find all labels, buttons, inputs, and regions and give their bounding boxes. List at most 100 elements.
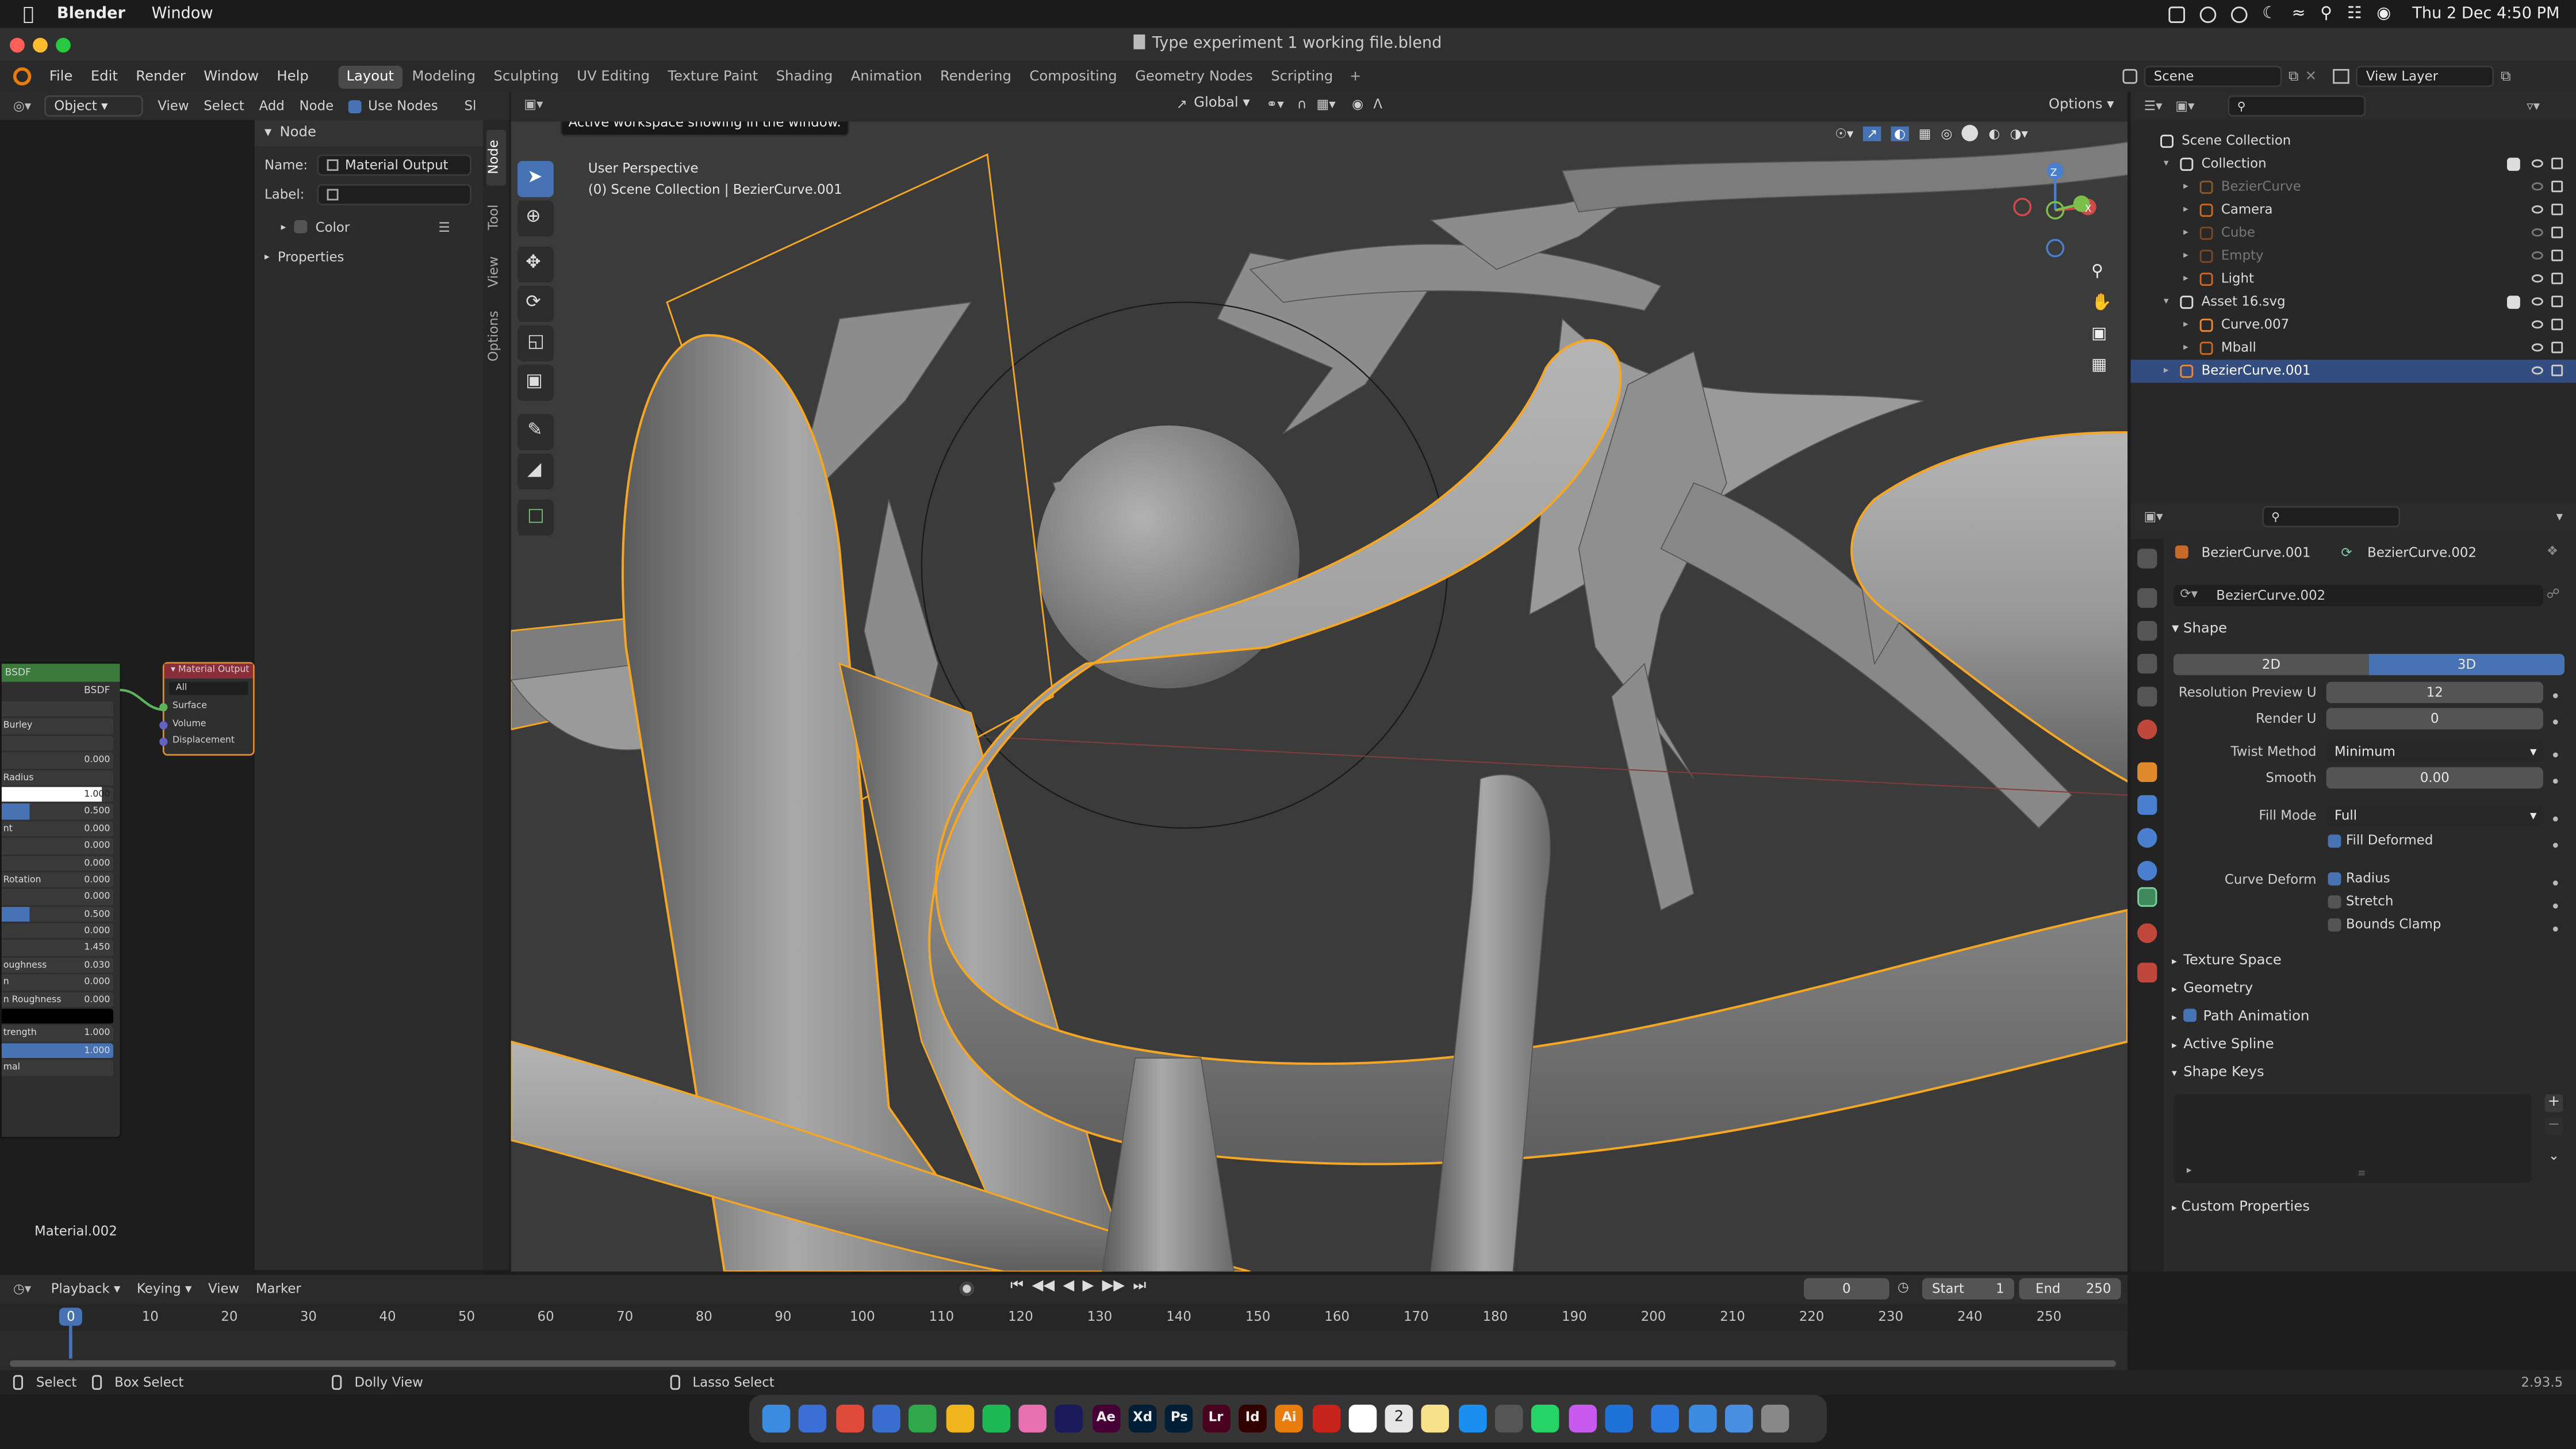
node-menu-add[interactable]: Add	[259, 98, 284, 113]
outliner-item-name[interactable]: Collection	[2202, 153, 2267, 176]
vertical-tube-right[interactable]	[1430, 774, 1551, 1272]
bsdf-row[interactable]: 0.500	[1, 906, 114, 923]
workspace-tab-scripting[interactable]: Scripting	[1263, 65, 1341, 88]
pan-hand-icon[interactable]: ✋	[2091, 294, 2112, 312]
dock-app-icon[interactable]	[1761, 1404, 1789, 1433]
expand-arrow-icon[interactable]: ▾	[2164, 153, 2169, 176]
render-camera-icon[interactable]	[2551, 296, 2563, 308]
snap-target-icon[interactable]: ▦▾	[1317, 96, 1336, 111]
particles-props-icon[interactable]	[2137, 828, 2157, 848]
view-layer-field[interactable]: View Layer	[2356, 66, 2494, 87]
menu-edit[interactable]: Edit	[91, 68, 118, 85]
creative-cloud-icon[interactable]	[2199, 6, 2217, 22]
visibility-eye-icon[interactable]	[2531, 205, 2543, 214]
bsdf-row[interactable]: n 0.000	[1, 975, 114, 992]
list-icon[interactable]: ☰	[438, 219, 450, 234]
play-reverse-icon[interactable]: ◀	[1063, 1278, 1074, 1295]
dock-app-icon[interactable]	[1312, 1404, 1340, 1433]
radius-label[interactable]: Radius	[2346, 871, 2390, 885]
section-geometry[interactable]: ▸ Geometry	[2172, 981, 2253, 998]
outliner-item-name[interactable]: Curve.007	[2221, 314, 2289, 337]
outliner-item-name[interactable]: Empty	[2221, 245, 2264, 268]
node-menu-select[interactable]: Select	[204, 98, 244, 113]
snap-icon[interactable]: ∩	[1297, 96, 1307, 111]
zoom-window-button[interactable]	[56, 37, 71, 53]
bsdf-row[interactable]: trength 1.000	[1, 1026, 114, 1043]
dock-app-icon[interactable]	[1018, 1404, 1047, 1433]
camera-view-icon[interactable]: ▣	[2091, 325, 2112, 343]
marker-menu[interactable]: Marker	[256, 1282, 301, 1297]
workspace-tab-layout[interactable]: Layout	[338, 64, 402, 88]
dock-app-icon[interactable]	[1348, 1404, 1377, 1433]
gizmo-toggle-icon[interactable]: ↗	[1863, 125, 1881, 141]
render-camera-icon[interactable]	[2551, 227, 2563, 239]
tab-options[interactable]: Options	[486, 304, 506, 370]
outliner-item-name[interactable]: Scene Collection	[2182, 130, 2291, 153]
dimension-3d-button[interactable]: 3D	[2369, 654, 2564, 676]
shape-keys-list[interactable]: ▸ ≡	[2174, 1094, 2532, 1183]
expand-arrow-icon[interactable]: ▸	[2183, 176, 2188, 199]
outliner-item-name[interactable]: Light	[2221, 268, 2254, 291]
keyframe-dot[interactable]	[2553, 926, 2558, 931]
prev-keyframe-icon[interactable]: ◀◀	[1032, 1278, 1055, 1295]
expand-arrow-icon[interactable]: ▸	[2183, 268, 2188, 291]
bsdf-row[interactable]	[1, 1009, 114, 1026]
outliner-row[interactable]: Scene Collection	[2131, 130, 2576, 153]
proportional-edit-icon[interactable]: ◉	[1352, 96, 1363, 111]
outliner-search-input[interactable]: ⚲	[2227, 95, 2366, 117]
render-camera-icon[interactable]	[2551, 204, 2563, 216]
cursor-tool[interactable]: ⊕	[518, 200, 554, 237]
dock-app-icon[interactable]: Ai	[1275, 1404, 1304, 1433]
section-texture-space[interactable]: ▸ Texture Space	[2172, 953, 2282, 969]
bsdf-row[interactable]: Burley	[1, 718, 114, 736]
outliner-row[interactable]: ▸ Mball	[2131, 337, 2576, 360]
transform-orientation-dropdown[interactable]: Global ▾	[1194, 95, 1249, 112]
datablock-field[interactable]: ⟳▾ BezierCurve.002	[2174, 585, 2543, 607]
keyframe-dot[interactable]	[2553, 693, 2558, 699]
node-menu-view[interactable]: View	[158, 98, 189, 113]
bsdf-row[interactable]: n Roughness 0.000	[1, 991, 114, 1009]
props-options-icon[interactable]: ▾	[2556, 509, 2563, 524]
expand-arrow-icon[interactable]: ▸	[2183, 199, 2188, 222]
tab-tool[interactable]: Tool	[486, 192, 506, 241]
outliner-item-name[interactable]: Asset 16.svg	[2202, 291, 2286, 314]
workspace-tab-texture-paint[interactable]: Texture Paint	[660, 65, 766, 88]
dock-app-icon[interactable]	[1055, 1404, 1083, 1433]
exclude-checkbox[interactable]	[2507, 158, 2520, 171]
solid-shading-icon[interactable]	[1962, 125, 1979, 141]
dock-app-icon[interactable]: Xd	[1128, 1404, 1157, 1433]
keying-menu[interactable]: Keying ▾	[137, 1282, 192, 1297]
bsdf-row[interactable]	[1, 735, 114, 753]
visibility-icon[interactable]: ☉▾	[1835, 126, 1853, 141]
expand-arrow-icon[interactable]: ▸	[2164, 360, 2169, 383]
object-name-breadcrumb[interactable]: BezierCurve.001	[2202, 546, 2311, 561]
apple-icon[interactable]: 	[23, 3, 34, 25]
section-active-spline[interactable]: ▸ Active Spline	[2172, 1037, 2274, 1053]
workspace-tab-sculpting[interactable]: Sculpting	[485, 65, 567, 88]
minimize-window-button[interactable]	[33, 37, 48, 53]
jump-end-icon[interactable]: ⏭	[1133, 1278, 1146, 1295]
outliner-item-name[interactable]: Mball	[2221, 337, 2256, 360]
bsdf-row[interactable]: Rotation 0.000	[1, 872, 114, 890]
transform-tool[interactable]: ▣	[518, 365, 554, 401]
workspace-tab-shading[interactable]: Shading	[768, 65, 841, 88]
remove-shape-key-button[interactable]: −	[2544, 1117, 2563, 1136]
material-shading-icon[interactable]: ◐	[1988, 126, 2000, 141]
bounds-clamp-checkbox[interactable]	[2328, 918, 2341, 931]
bsdf-row[interactable]: oughness 0.030	[1, 957, 114, 975]
node-name-field[interactable]: Material Output	[317, 154, 471, 175]
status-icon-a[interactable]	[2168, 6, 2185, 22]
bsdf-row[interactable]: 1.450	[1, 940, 114, 958]
outliner-row[interactable]: ▸ BezierCurve.001	[2130, 359, 2576, 383]
overlay-toggle-icon[interactable]: ◐	[1891, 125, 1909, 141]
wireframe-shading-icon[interactable]: ◎	[1941, 126, 1953, 141]
list-expand-icon[interactable]: ▸	[2187, 1165, 2192, 1176]
pin-icon[interactable]: ❖	[2547, 544, 2558, 559]
timeline-type-icon[interactable]: ◷▾	[13, 1282, 31, 1297]
rotate-tool[interactable]: ⟳	[518, 286, 554, 322]
use-nodes-checkbox[interactable]	[348, 99, 362, 113]
keyframe-dot[interactable]	[2553, 719, 2558, 724]
playback-menu[interactable]: Playback ▾	[51, 1282, 121, 1297]
shape-key-specials-button[interactable]: ⌄	[2545, 1147, 2563, 1164]
bsdf-row[interactable]: nt 0.000	[1, 821, 114, 838]
